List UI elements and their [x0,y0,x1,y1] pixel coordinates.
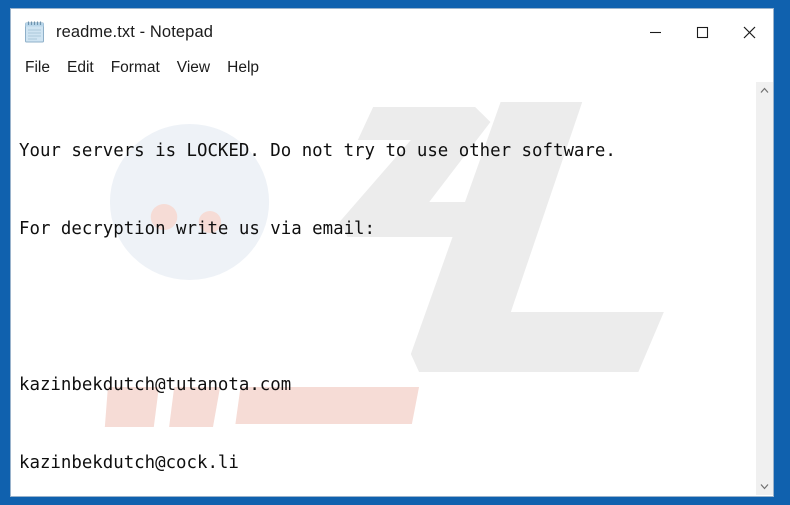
notepad-icon [24,20,46,44]
scroll-down-icon[interactable] [756,478,773,495]
close-button[interactable] [726,9,773,55]
text-line: kazinbekdutch@cock.li [19,453,239,473]
window-title: readme.txt - Notepad [56,22,213,41]
window-controls [632,9,773,55]
menu-item-view[interactable]: View [177,60,210,76]
minimize-button[interactable] [632,9,679,55]
menu-bar: File Edit Format View Help [11,55,773,81]
vertical-scrollbar[interactable] [755,82,773,495]
scrollbar-thumb[interactable] [756,99,773,429]
title-bar: readme.txt - Notepad [11,9,773,55]
text-line: Your servers is LOCKED. Do not try to us… [19,141,616,161]
menu-item-help[interactable]: Help [227,60,259,76]
text-line [19,294,616,320]
text-line: For decryption write us via email: [19,219,375,239]
menu-item-format[interactable]: Format [111,60,160,76]
text-editor-area[interactable]: Your servers is LOCKED. Do not try to us… [11,81,773,495]
notepad-window: readme.txt - Notepad File Edit Format Vi… [10,8,774,497]
menu-item-file[interactable]: File [25,60,50,76]
maximize-button[interactable] [679,9,726,55]
menu-item-edit[interactable]: Edit [67,60,94,76]
scroll-up-icon[interactable] [756,82,773,99]
note-text[interactable]: Your servers is LOCKED. Do not try to us… [11,82,616,495]
desktop-background: readme.txt - Notepad File Edit Format Vi… [0,0,790,505]
text-line: kazinbekdutch@tutanota.com [19,375,292,395]
